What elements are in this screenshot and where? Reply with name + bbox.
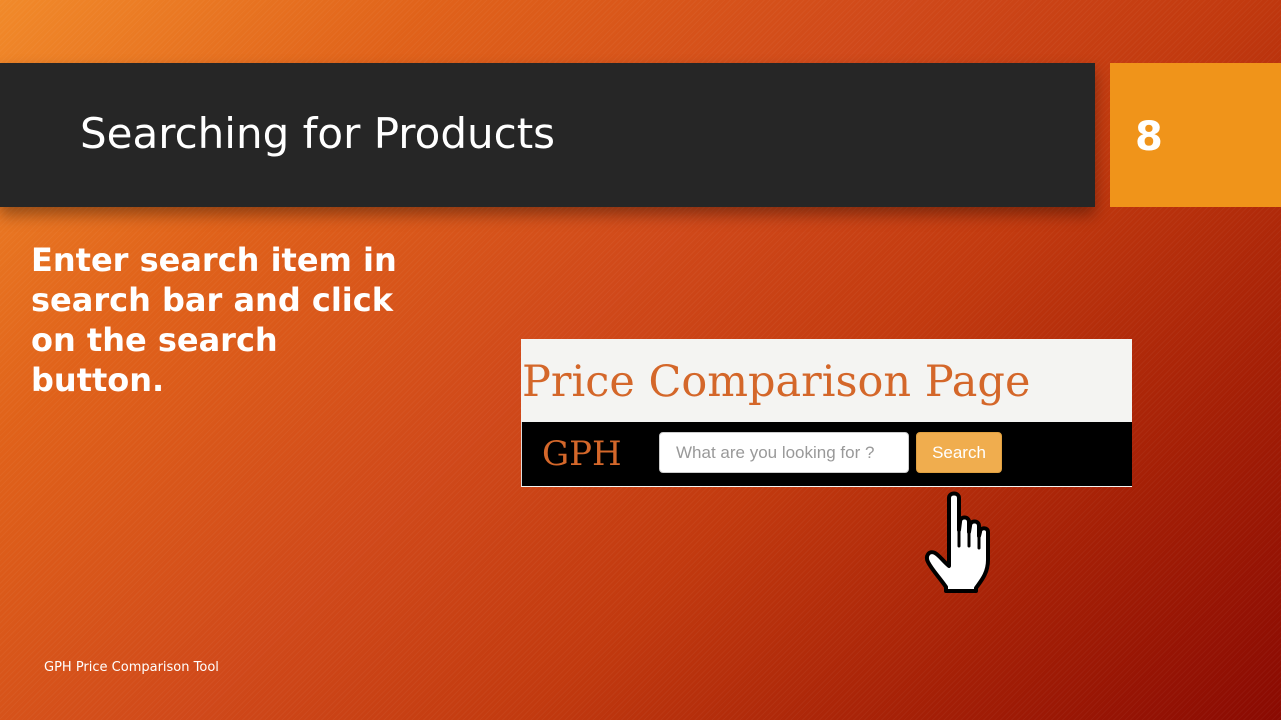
slide-body-text: Enter search item in search bar and clic…	[31, 241, 397, 399]
brand-logo[interactable]: GPH	[542, 434, 622, 474]
slide-number: 8	[1135, 114, 1163, 160]
navbar: GPH Search	[521, 422, 1132, 486]
slide-title: Searching for Products	[80, 109, 556, 158]
embedded-screenshot: Price Comparison Page GPH Search	[521, 339, 1132, 487]
search-input[interactable]	[659, 432, 909, 473]
page-title: Price Comparison Page	[522, 357, 1031, 407]
footer-text: GPH Price Comparison Tool	[44, 660, 219, 675]
pointing-hand-icon	[924, 491, 990, 593]
search-button[interactable]: Search	[916, 432, 1002, 473]
